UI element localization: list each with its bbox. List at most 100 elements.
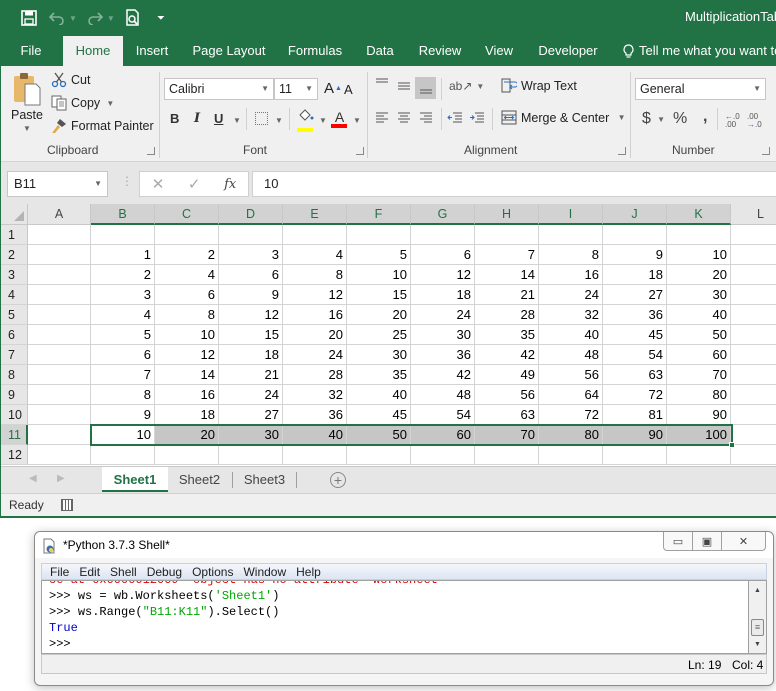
fill-color-button[interactable] xyxy=(297,109,314,132)
cell-j5[interactable]: 36 xyxy=(603,305,667,325)
cell-h9[interactable]: 56 xyxy=(475,385,539,405)
cell-h11[interactable]: 70 xyxy=(475,425,539,445)
cell-j6[interactable]: 45 xyxy=(603,325,667,345)
currency-dropdown-icon[interactable]: ▼ xyxy=(655,115,665,124)
cell-g6[interactable]: 30 xyxy=(411,325,475,345)
merge-dropdown-icon[interactable]: ▼ xyxy=(613,113,626,122)
font-launcher-icon[interactable] xyxy=(356,147,364,155)
cell-g1[interactable] xyxy=(411,225,475,245)
cell-e10[interactable]: 36 xyxy=(283,405,347,425)
cell-d5[interactable]: 12 xyxy=(219,305,283,325)
cell-d7[interactable]: 18 xyxy=(219,345,283,365)
save-icon[interactable] xyxy=(19,8,39,28)
column-header-g[interactable]: G xyxy=(411,204,475,225)
cell-f5[interactable]: 20 xyxy=(347,305,411,325)
font-name-select[interactable]: Calibri ▼ xyxy=(164,78,274,100)
cell-g11[interactable]: 60 xyxy=(411,425,475,445)
cell-e7[interactable]: 24 xyxy=(283,345,347,365)
cell-d6[interactable]: 15 xyxy=(219,325,283,345)
fill-color-dropdown-icon[interactable]: ▼ xyxy=(319,116,327,125)
menu-window[interactable]: Window xyxy=(243,565,286,579)
cell-k5[interactable]: 40 xyxy=(667,305,731,325)
underline-dropdown-icon[interactable]: ▼ xyxy=(233,116,241,125)
cell-f2[interactable]: 5 xyxy=(347,245,411,265)
minimize-button[interactable]: ▭ xyxy=(663,532,693,551)
cell-d2[interactable]: 3 xyxy=(219,245,283,265)
column-header-j[interactable]: J xyxy=(603,204,667,225)
cell-j4[interactable]: 27 xyxy=(603,285,667,305)
cell-j3[interactable]: 18 xyxy=(603,265,667,285)
currency-button[interactable]: $ ▼ xyxy=(642,110,665,128)
cell-i3[interactable]: 16 xyxy=(539,265,603,285)
cell-b3[interactable]: 2 xyxy=(91,265,155,285)
cell-e4[interactable]: 12 xyxy=(283,285,347,305)
cell-c11[interactable]: 20 xyxy=(155,425,219,445)
cell-i11[interactable]: 80 xyxy=(539,425,603,445)
cell-c5[interactable]: 8 xyxy=(155,305,219,325)
cell-k10[interactable]: 90 xyxy=(667,405,731,425)
menu-file[interactable]: File xyxy=(50,565,69,579)
italic-button[interactable]: I xyxy=(194,111,200,126)
row-header-12[interactable]: 12 xyxy=(1,445,28,465)
cell-c7[interactable]: 12 xyxy=(155,345,219,365)
close-button[interactable]: ✕ xyxy=(721,532,766,551)
cell-b4[interactable]: 3 xyxy=(91,285,155,305)
cell-h7[interactable]: 42 xyxy=(475,345,539,365)
cell-b2[interactable]: 1 xyxy=(91,245,155,265)
cell-l11[interactable] xyxy=(731,425,776,445)
scroll-right-icon[interactable]: ▶ xyxy=(57,473,65,484)
cell-l3[interactable] xyxy=(731,265,776,285)
scroll-thumb[interactable]: ≡ xyxy=(751,619,764,636)
cell-a12[interactable] xyxy=(28,445,91,465)
column-header-c[interactable]: C xyxy=(155,204,219,225)
alignment-launcher-icon[interactable] xyxy=(618,147,626,155)
cell-a1[interactable] xyxy=(28,225,91,245)
row-header-9[interactable]: 9 xyxy=(1,385,28,405)
row-header-6[interactable]: 6 xyxy=(1,325,28,345)
cell-l12[interactable] xyxy=(731,445,776,465)
name-box[interactable]: B11 ▼ xyxy=(7,171,108,197)
cell-j10[interactable]: 81 xyxy=(603,405,667,425)
sheet-tab-sheet2[interactable]: Sheet2 xyxy=(168,467,231,492)
cell-e2[interactable]: 4 xyxy=(283,245,347,265)
redo-icon[interactable] xyxy=(85,8,105,28)
tab-page-layout[interactable]: Page Layout xyxy=(189,36,269,66)
cell-d1[interactable] xyxy=(219,225,283,245)
cell-e9[interactable]: 32 xyxy=(283,385,347,405)
tab-file[interactable]: File xyxy=(11,36,51,66)
cell-f10[interactable]: 45 xyxy=(347,405,411,425)
shell-text-area[interactable]: ce at 0x0000012009 object has no attribu… xyxy=(41,580,748,654)
align-top-icon[interactable] xyxy=(375,78,389,90)
worksheet-grid[interactable]: A B C D E F G H I J K L 1 2 1 2 3 4 5 6 7 8 9 10 3 2 4 6 8 10 12 14 16 18… xyxy=(1,204,776,466)
cell-g8[interactable]: 42 xyxy=(411,365,475,385)
column-header-e[interactable]: E xyxy=(283,204,347,225)
cell-j11[interactable]: 90 xyxy=(603,425,667,445)
cell-g3[interactable]: 12 xyxy=(411,265,475,285)
cell-e6[interactable]: 20 xyxy=(283,325,347,345)
number-launcher-icon[interactable] xyxy=(762,147,770,155)
vertical-scrollbar[interactable]: ▲ ≡ ▼ xyxy=(748,580,767,654)
tab-review[interactable]: Review xyxy=(413,36,467,66)
cell-j2[interactable]: 9 xyxy=(603,245,667,265)
comma-button[interactable]: , xyxy=(703,108,707,126)
underline-button[interactable]: U xyxy=(214,111,223,126)
font-color-button[interactable]: A xyxy=(331,109,348,129)
cell-k1[interactable] xyxy=(667,225,731,245)
cell-c8[interactable]: 14 xyxy=(155,365,219,385)
cell-i7[interactable]: 48 xyxy=(539,345,603,365)
cell-b9[interactable]: 8 xyxy=(91,385,155,405)
cell-i4[interactable]: 24 xyxy=(539,285,603,305)
sheet-tab-sheet1[interactable]: Sheet1 xyxy=(102,467,168,492)
cell-f6[interactable]: 25 xyxy=(347,325,411,345)
cell-b6[interactable]: 5 xyxy=(91,325,155,345)
menu-debug[interactable]: Debug xyxy=(147,565,182,579)
cell-a9[interactable] xyxy=(28,385,91,405)
align-bottom-button[interactable] xyxy=(415,77,436,99)
cell-g12[interactable] xyxy=(411,445,475,465)
column-header-a[interactable]: A xyxy=(28,204,91,225)
cell-f1[interactable] xyxy=(347,225,411,245)
cell-d11[interactable]: 30 xyxy=(219,425,283,445)
align-middle-icon[interactable] xyxy=(397,80,411,92)
increase-decimal-button[interactable]: ←.0.00 xyxy=(725,113,741,129)
cell-a2[interactable] xyxy=(28,245,91,265)
